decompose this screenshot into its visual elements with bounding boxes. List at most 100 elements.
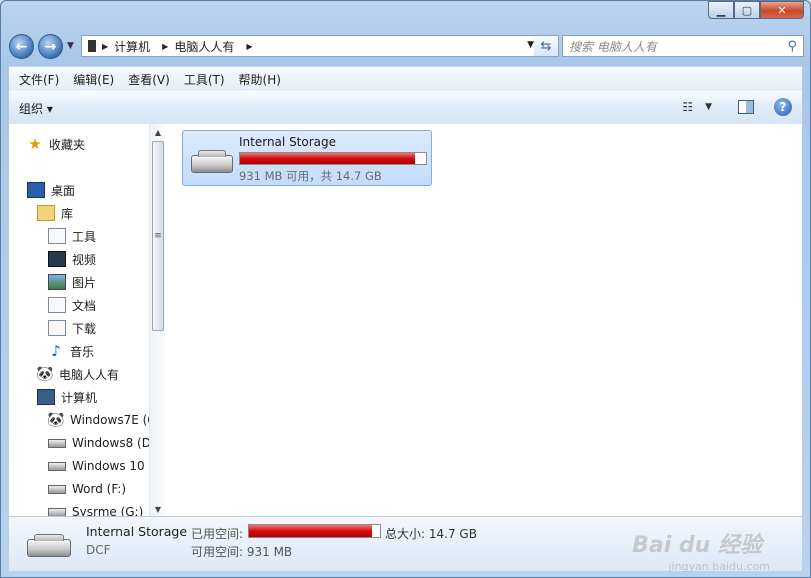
details-name: Internal Storage [86,524,188,539]
minimize-button[interactable]: ▁ [708,1,734,19]
search-placeholder: 搜索 电脑人人有 [569,39,657,54]
forward-button[interactable]: → [38,34,63,59]
search-icon[interactable]: ⚲ [787,39,797,54]
storage-usage-fill [240,153,415,164]
removable-drive-icon [27,534,71,557]
sidebar-item-desktop[interactable]: 桌面 [27,181,75,199]
desktop-icon [27,182,45,198]
sidebar-item-label: Windows7E (C [70,413,156,427]
refresh-button[interactable]: ⇆ [534,35,559,57]
sidebar-item-videos[interactable]: 视频 [48,250,96,268]
menu-tools[interactable]: 工具(T) [184,71,225,88]
chevron-down-icon: ▼ [705,102,712,112]
picture-icon [48,274,66,290]
details-type: DCF [86,543,111,557]
sidebar-item-label: 桌面 [51,183,76,198]
scroll-up-icon[interactable]: ▲ [150,124,165,140]
menu-bar: 文件(F) 编辑(E) 查看(V) 工具(T) 帮助(H) [9,66,802,91]
sidebar-item-label: 工具 [72,229,97,244]
download-icon [48,320,66,336]
sidebar-item-label: 音乐 [70,344,95,359]
file-view: Internal Storage 931 MB 可用，共 14.7 GB [166,124,802,517]
video-icon [48,251,66,267]
sidebar-item-computer[interactable]: 计算机 [37,388,97,406]
sidebar-item-label: Windows8 (D [72,436,151,450]
panda-avatar-icon: 🐼 [36,366,54,382]
command-bar: 组织 ▾ ☷ ▼ ? [9,91,802,125]
navigation-row: ← → ▼ ▶ 计算机 ▶ 电脑人人有 ▶ ▼ ⇆ 搜索 电脑人人有 ⚲ [9,34,804,60]
star-icon: ★ [28,135,42,153]
sidebar-item-label: 视频 [72,252,97,267]
sidebar-item-label: 收藏夹 [49,137,86,152]
scrollbar-thumb[interactable]: ≡ [152,141,164,331]
free-space-label: 可用空间: 931 MB [191,545,293,559]
sidebar-item-downloads[interactable]: 下载 [48,319,96,337]
hard-drive-icon [48,461,66,471]
sidebar-scrollbar[interactable]: ▲ ≡ ▼ [149,124,165,517]
window-controls: ▁ ▢ ✕ [708,1,804,19]
content-area: ★ 收藏夹 桌面 库 工具 视频 图片 文档 下载 ♪ 音乐 🐼 电脑人人有 计… [9,124,802,517]
menu-view[interactable]: 查看(V) [128,71,170,88]
hard-drive-icon [48,484,66,494]
menu-help[interactable]: 帮助(H) [239,71,281,88]
sidebar-item-label: 图片 [72,275,97,290]
sidebar-item-label: 计算机 [61,390,98,405]
organize-button[interactable]: 组织 ▾ [19,100,53,117]
baidu-watermark: Bai du 经验 [632,533,762,558]
address-dropdown-icon[interactable]: ▼ [527,40,534,50]
hard-drive-icon [48,438,66,448]
removable-drive-icon [191,150,233,173]
sidebar-item-documents[interactable]: 文档 [48,296,96,314]
storage-free-text: 931 MB 可用，共 14.7 GB [239,169,382,183]
sidebar-item-favorites[interactable]: ★ 收藏夹 [27,135,85,153]
sidebar-item-label: 库 [61,206,74,221]
chevron-right-icon[interactable]: ▶ [162,42,168,51]
storage-tile[interactable]: Internal Storage 931 MB 可用，共 14.7 GB [182,130,432,186]
close-button[interactable]: ✕ [760,1,804,19]
sidebar-item-drive-g[interactable]: Sysrme (G:) [48,503,143,517]
computer-icon [88,40,96,52]
music-note-icon: ♪ [51,342,61,360]
preview-pane-icon[interactable] [738,100,754,114]
view-options-icon: ☷ [682,100,694,114]
document-icon [48,297,66,313]
sidebar-item-label: 文档 [72,298,97,313]
sidebar-item-drive-e[interactable]: Windows 10 ( [48,457,153,475]
recent-pages-dropdown-icon[interactable]: ▼ [67,41,74,51]
sidebar-item-music[interactable]: ♪ 音乐 [48,342,94,360]
sidebar-item-label: Word (F:) [72,482,127,496]
address-bar[interactable]: ▶ 计算机 ▶ 电脑人人有 ▶ ▼ [81,35,539,57]
change-view-button[interactable]: ☷ ▼ [682,100,712,114]
breadcrumb-current[interactable]: 电脑人人有 [174,38,240,55]
explorer-window: ▁ ▢ ✕ ← → ▼ ▶ 计算机 ▶ 电脑人人有 ▶ ▼ ⇆ 搜索 电脑人人有… [0,0,811,578]
chevron-right-icon[interactable]: ▶ [102,42,108,51]
back-button[interactable]: ← [9,34,34,59]
navigation-pane: ★ 收藏夹 桌面 库 工具 视频 图片 文档 下载 ♪ 音乐 🐼 电脑人人有 计… [9,124,165,517]
breadcrumb-computer[interactable]: 计算机 [114,38,156,55]
sidebar-item-drive-d[interactable]: Windows8 (D [48,434,151,452]
help-icon[interactable]: ? [774,98,792,116]
search-input[interactable]: 搜索 电脑人人有 ⚲ [562,35,804,57]
sidebar-item-pictures[interactable]: 图片 [48,273,96,291]
sidebar-item-label: Windows 10 ( [72,459,154,473]
sidebar-item-label: 电脑人人有 [59,367,120,382]
panda-drive-icon: 🐼 [47,412,65,428]
sidebar-item-libraries[interactable]: 库 [37,204,73,222]
menu-file[interactable]: 文件(F) [19,71,59,88]
total-size-label: 总大小: 14.7 GB [385,527,477,541]
menu-edit[interactable]: 编辑(E) [73,71,114,88]
storage-name: Internal Storage [239,135,337,149]
sidebar-item-drive-c[interactable]: 🐼 Windows7E (C [47,411,156,429]
sidebar-item-user[interactable]: 🐼 电脑人人有 [36,365,120,383]
maximize-button[interactable]: ▢ [734,1,760,19]
document-icon [48,228,66,244]
storage-usage-bar [239,152,427,165]
sidebar-item-label: 下载 [72,321,97,336]
sidebar-item-tools[interactable]: 工具 [48,227,96,245]
details-usage-fill [249,525,373,537]
scroll-down-icon[interactable]: ▼ [150,501,165,517]
computer-icon [37,389,55,405]
chevron-right-icon[interactable]: ▶ [246,42,252,51]
sidebar-item-drive-f[interactable]: Word (F:) [48,480,126,498]
used-space-label: 已用空间: [191,527,244,541]
